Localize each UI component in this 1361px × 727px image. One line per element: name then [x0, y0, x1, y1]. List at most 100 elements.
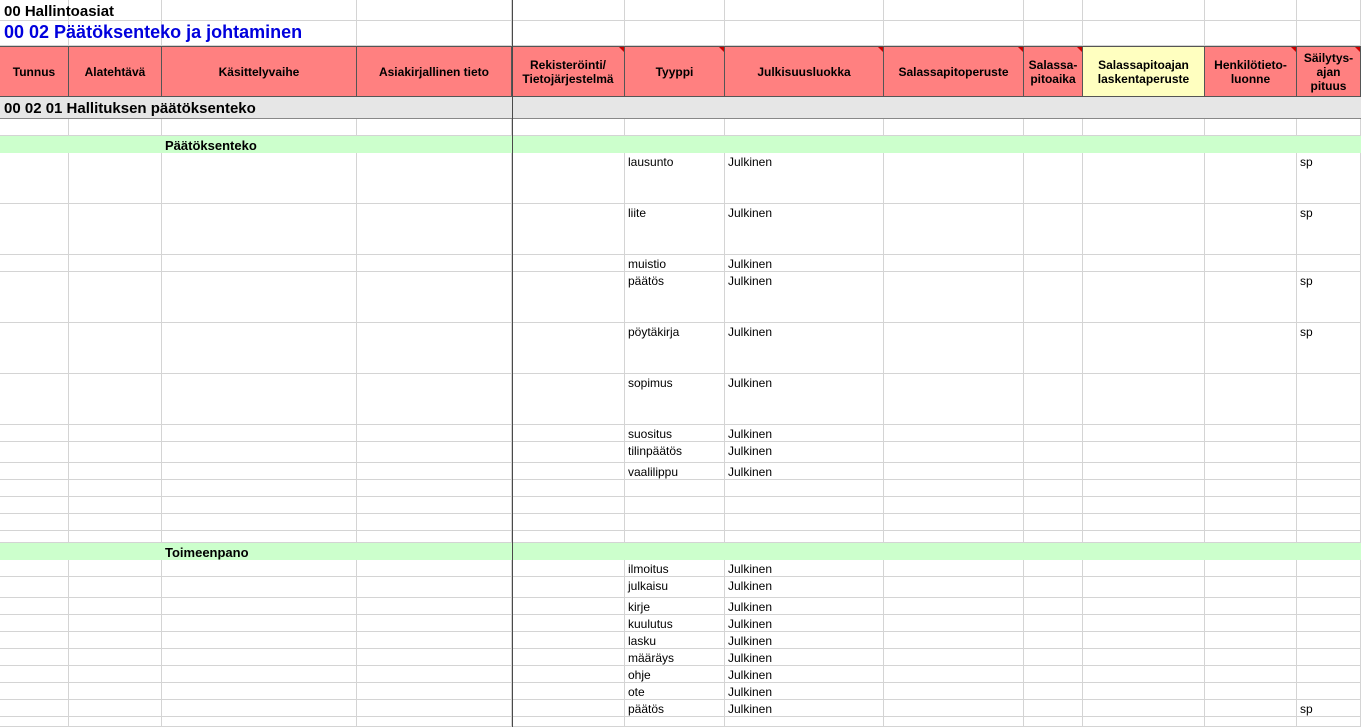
cell[interactable] [357, 442, 512, 462]
cell[interactable] [625, 497, 725, 513]
cell[interactable] [1083, 374, 1205, 424]
header-kasittelyvaihe[interactable]: Käsittelyvaihe [162, 46, 357, 97]
cell[interactable] [625, 21, 725, 45]
cell[interactable] [69, 323, 162, 373]
cell[interactable] [1205, 204, 1297, 254]
cell[interactable] [69, 442, 162, 462]
cell[interactable] [1083, 531, 1205, 542]
header-rekisterointi[interactable]: Rekisteröinti/ Tietojärjestelmä [512, 46, 625, 97]
cell[interactable] [357, 255, 512, 271]
cell[interactable] [1297, 119, 1361, 135]
cell[interactable] [69, 560, 162, 576]
cell[interactable] [725, 0, 884, 20]
cell[interactable] [69, 153, 162, 203]
cell[interactable] [0, 717, 69, 726]
cell[interactable] [69, 119, 162, 135]
cell[interactable] [1083, 649, 1205, 665]
cell[interactable] [0, 272, 69, 322]
cell[interactable] [512, 153, 625, 203]
header-alatehtava[interactable]: Alatehtävä [69, 46, 162, 97]
cell[interactable] [884, 463, 1024, 479]
cell[interactable] [884, 598, 1024, 614]
cell[interactable] [512, 204, 625, 254]
cell[interactable] [884, 204, 1024, 254]
cell[interactable] [725, 21, 884, 45]
cell[interactable] [1024, 463, 1083, 479]
cell[interactable] [884, 480, 1024, 496]
cell[interactable] [1024, 577, 1083, 597]
cell[interactable] [884, 700, 1024, 716]
cell[interactable] [0, 632, 69, 648]
cell[interactable] [69, 463, 162, 479]
cell[interactable] [1083, 598, 1205, 614]
cell[interactable] [1205, 649, 1297, 665]
cell[interactable] [69, 700, 162, 716]
cell[interactable] [1024, 717, 1083, 726]
cell[interactable] [625, 119, 725, 135]
cell[interactable] [512, 119, 625, 135]
cell[interactable] [0, 514, 69, 530]
cell[interactable] [1205, 374, 1297, 424]
cell[interactable] [162, 0, 357, 20]
cell[interactable] [512, 598, 625, 614]
cell[interactable] [69, 598, 162, 614]
cell[interactable] [357, 272, 512, 322]
cell[interactable] [1083, 463, 1205, 479]
cell[interactable] [1083, 577, 1205, 597]
cell[interactable] [357, 497, 512, 513]
cell[interactable] [884, 153, 1024, 203]
header-salassapitoaika[interactable]: Salassa- pitoaika [1024, 46, 1083, 97]
cell[interactable] [1205, 717, 1297, 726]
cell[interactable] [625, 514, 725, 530]
cell[interactable] [357, 598, 512, 614]
cell[interactable] [725, 480, 884, 496]
cell[interactable] [1083, 425, 1205, 441]
cell[interactable] [1083, 717, 1205, 726]
cell[interactable] [725, 717, 884, 726]
cell[interactable] [1024, 514, 1083, 530]
cell[interactable] [512, 577, 625, 597]
cell[interactable] [1024, 615, 1083, 631]
cell[interactable] [162, 615, 357, 631]
cell[interactable] [69, 480, 162, 496]
cell[interactable] [69, 255, 162, 271]
cell[interactable] [1024, 119, 1083, 135]
cell[interactable] [512, 21, 625, 45]
cell[interactable] [1083, 632, 1205, 648]
cell[interactable] [0, 153, 69, 203]
cell[interactable] [1083, 615, 1205, 631]
cell[interactable] [1205, 425, 1297, 441]
cell[interactable] [69, 425, 162, 441]
cell[interactable] [0, 463, 69, 479]
cell[interactable] [162, 204, 357, 254]
cell[interactable] [0, 323, 69, 373]
cell[interactable] [1205, 442, 1297, 462]
cell[interactable] [1205, 153, 1297, 203]
cell[interactable] [512, 374, 625, 424]
header-sailytysajan-pituus[interactable]: Säilytys- ajan pituus [1297, 46, 1361, 97]
cell[interactable] [357, 577, 512, 597]
cell[interactable] [1297, 649, 1361, 665]
cell[interactable] [0, 204, 69, 254]
cell[interactable] [884, 323, 1024, 373]
cell[interactable] [884, 560, 1024, 576]
cell[interactable] [725, 514, 884, 530]
cell[interactable] [884, 272, 1024, 322]
cell[interactable] [357, 0, 512, 20]
cell[interactable] [0, 560, 69, 576]
cell[interactable] [0, 683, 69, 699]
cell[interactable] [512, 666, 625, 682]
cell[interactable] [1024, 480, 1083, 496]
cell[interactable] [69, 374, 162, 424]
cell[interactable] [884, 717, 1024, 726]
cell[interactable] [1205, 577, 1297, 597]
cell[interactable] [162, 272, 357, 322]
cell[interactable] [1297, 480, 1361, 496]
cell[interactable] [0, 615, 69, 631]
cell[interactable] [1205, 598, 1297, 614]
cell[interactable] [884, 683, 1024, 699]
cell[interactable] [1083, 666, 1205, 682]
cell[interactable] [357, 615, 512, 631]
cell[interactable] [1024, 683, 1083, 699]
cell[interactable] [512, 425, 625, 441]
